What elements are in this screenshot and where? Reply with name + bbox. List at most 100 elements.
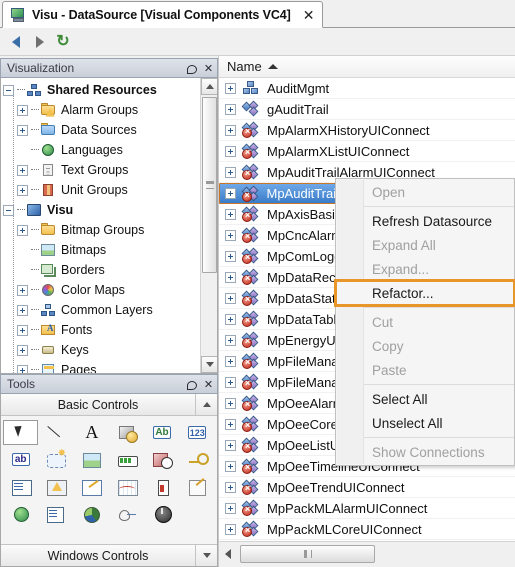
tree-item-bitmaps[interactable]: Bitmaps [1,240,199,260]
close-icon[interactable]: ✕ [303,8,315,22]
row-expander-plus[interactable] [225,355,236,367]
tree-item-visu[interactable]: Visu [1,200,199,220]
password-tool[interactable] [180,447,215,472]
scrollbar-thumb[interactable] [240,545,375,563]
tree-item-data-sources[interactable]: Data Sources [1,120,199,140]
row-expander-plus[interactable] [225,103,236,115]
scroll-up-button[interactable] [201,78,217,95]
table-row[interactable]: MpOeeTrendUIConnect [219,477,515,498]
line-tool[interactable] [38,420,73,445]
close-icon[interactable]: ✕ [200,376,217,393]
tree-item-bitmap-groups[interactable]: Bitmap Groups [1,220,199,240]
numeric-tool[interactable]: 123 [180,420,215,445]
row-expander-plus[interactable] [225,523,236,535]
tree-item-languages[interactable]: Languages [1,140,199,160]
tree-expander-plus[interactable] [17,184,28,196]
document-tab-visu-datasource[interactable]: Visu - DataSource [Visual Components VC4… [2,1,324,28]
row-expander-plus[interactable] [225,334,236,346]
tool-grid[interactable]: Ab 123 ab [1,416,217,530]
row-expander-plus[interactable] [225,166,236,178]
knob-tool[interactable] [144,501,179,526]
tree-vertical-scrollbar[interactable] [200,78,217,373]
piechart-tool[interactable] [74,501,109,526]
row-expander-plus[interactable] [225,481,236,493]
row-expander-plus[interactable] [225,250,236,262]
tree-item-unit-groups[interactable]: Unit Groups [1,180,199,200]
row-expander-plus[interactable] [225,376,236,388]
tree-item-pages[interactable]: Pages [1,360,199,373]
pin-icon[interactable] [183,376,200,393]
tree-expander-minus[interactable] [3,84,14,96]
tool-group-basic-controls[interactable]: Basic Controls [1,394,217,416]
tree-expander-plus[interactable] [17,284,28,296]
alarm-tool[interactable] [38,474,73,499]
listview-column-header[interactable]: Name [219,56,515,78]
visualization-tree[interactable]: Shared Resources Alarm Groups Data Sources… [1,78,199,373]
pointer-tool[interactable] [3,420,39,445]
dropdown-tool[interactable] [38,447,73,472]
combobox-tool[interactable] [38,501,73,526]
scroll-down-button[interactable] [201,356,217,373]
tree-expander-plus[interactable] [17,364,28,373]
table-row[interactable]: gAuditTrail [219,99,515,120]
bargraph-tool[interactable] [109,447,144,472]
trend-tool[interactable] [109,474,144,499]
chevron-down-icon[interactable] [195,545,217,566]
table-row[interactable]: MpAlarmXListUIConnect [219,141,515,162]
menu-item-refactor[interactable]: Refactor... [334,279,515,307]
row-expander-plus[interactable] [224,188,236,199]
tree-expander-plus[interactable] [17,104,28,116]
row-expander-plus[interactable] [225,271,236,283]
back-button[interactable] [8,33,26,51]
close-icon[interactable]: ✕ [200,60,217,77]
tree-expander-plus[interactable] [17,344,28,356]
tree-expander-plus[interactable] [17,224,28,236]
row-expander-plus[interactable] [225,229,236,241]
tree-item-common-layers[interactable]: Common Layers [1,300,199,320]
table-row[interactable]: MpAlarmXHistoryUIConnect [219,120,515,141]
row-expander-plus[interactable] [225,124,236,136]
listview-horizontal-scrollbar[interactable] [219,541,515,567]
menu-item-select-all[interactable]: Select All [336,387,514,411]
tree-item-text-groups[interactable]: Text Groups [1,160,199,180]
row-expander-plus[interactable] [225,82,236,94]
row-expander-plus[interactable] [225,313,236,325]
row-expander-plus[interactable] [225,208,236,220]
bitmap-tool[interactable] [74,447,109,472]
tree-item-alarm-groups[interactable]: Alarm Groups [1,100,199,120]
menu-item-refresh-datasource[interactable]: Refresh Datasource [336,209,514,233]
tree-item-shared-resources[interactable]: Shared Resources [1,80,199,100]
row-expander-plus[interactable] [225,397,236,409]
tree-item-fonts[interactable]: Fonts [1,320,199,340]
shape-tool[interactable] [109,420,144,445]
tree-expander-plus[interactable] [17,304,28,316]
tool-group-windows-controls[interactable]: Windows Controls [1,544,217,566]
listbox-tool[interactable] [3,474,38,499]
context-menu[interactable]: Open Refresh Datasource Expand All Expand..… [334,178,515,466]
scroll-left-button[interactable] [221,545,238,562]
switch-tool[interactable] [109,501,144,526]
gauge-bar-tool[interactable] [144,474,179,499]
draw-tool[interactable] [74,474,109,499]
datetime-tool[interactable] [144,447,179,472]
tree-expander-plus[interactable] [17,324,28,336]
column-header-name[interactable]: Name [227,59,262,74]
tree-item-borders[interactable]: Borders [1,260,199,280]
pin-icon[interactable] [183,60,200,77]
menu-item-unselect-all[interactable]: Unselect All [336,411,514,435]
tree-expander-plus[interactable] [17,124,28,136]
text-tool[interactable] [74,420,109,445]
row-expander-plus[interactable] [225,145,236,157]
tree-item-color-maps[interactable]: Color Maps [1,280,199,300]
textbox-tool[interactable]: Ab [144,420,179,445]
row-expander-plus[interactable] [225,418,236,430]
table-row[interactable]: MpPackMLCoreUIConnect [219,519,515,540]
inputbox-tool[interactable]: ab [3,447,38,472]
forward-button[interactable] [31,33,49,51]
tree-expander-minus[interactable] [3,204,14,216]
notepad-tool[interactable] [180,474,215,499]
tree-item-keys[interactable]: Keys [1,340,199,360]
row-expander-plus[interactable] [225,460,236,472]
row-expander-plus[interactable] [225,292,236,304]
row-expander-plus[interactable] [225,439,236,451]
